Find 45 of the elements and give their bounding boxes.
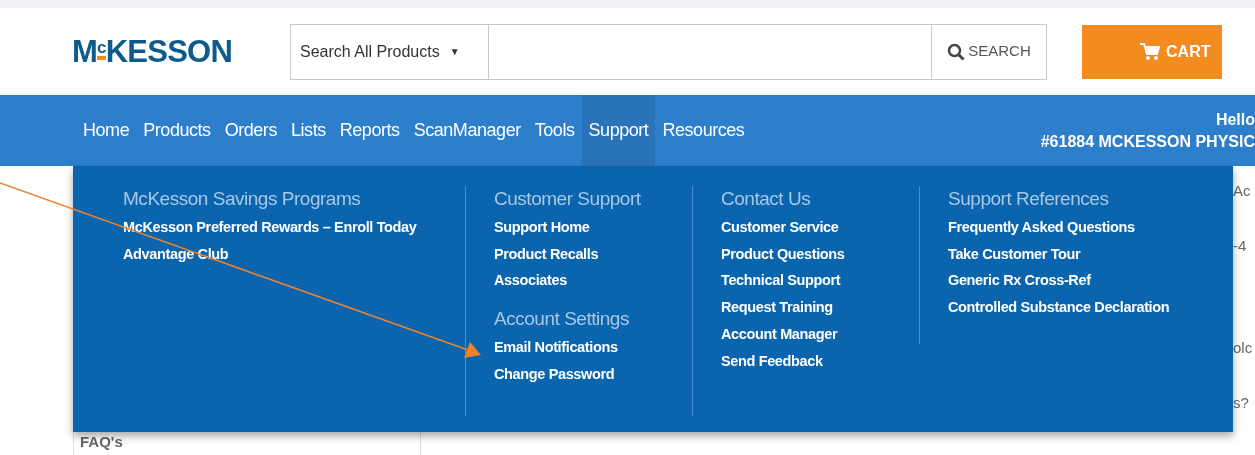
- account-name: #61884 MCKESSON PHYSIC: [1040, 131, 1255, 152]
- menu-link[interactable]: Frequently Asked Questions: [948, 214, 1135, 241]
- logo[interactable]: M$^{c}$KESSON: [72, 33, 233, 70]
- nav-tab[interactable]: Products: [136, 95, 218, 166]
- menu-link[interactable]: Request Training: [721, 294, 833, 321]
- nav-tab[interactable]: Reports: [332, 95, 407, 166]
- menu-link[interactable]: Support Home: [494, 214, 590, 241]
- search-icon: [947, 42, 966, 61]
- menu-link[interactable]: Product Questions: [721, 240, 845, 268]
- search-button[interactable]: SEARCH: [931, 24, 1047, 79]
- nav-tab[interactable]: Home: [76, 95, 137, 166]
- menu-link[interactable]: Account Manager: [721, 320, 838, 348]
- menu-heading: Customer Support: [494, 187, 642, 211]
- text-fragment: s?: [1233, 392, 1250, 413]
- menu-link[interactable]: McKesson Preferred Rewards – Enroll Today: [123, 214, 417, 241]
- menu-link[interactable]: Technical Support: [721, 267, 841, 295]
- menu-link[interactable]: Email Notifications: [494, 334, 618, 361]
- menu-link[interactable]: Change Password: [494, 360, 615, 388]
- menu-link[interactable]: Product Recalls: [494, 240, 599, 268]
- sidebar-link[interactable]: FAQ's: [80, 430, 123, 453]
- menu-link[interactable]: Generic Rx Cross-Ref: [948, 267, 1091, 295]
- menu-link[interactable]: Controlled Substance Declaration: [948, 294, 1170, 321]
- greeting-text: Hello: [1215, 109, 1255, 130]
- menu-link[interactable]: Advantage Club: [123, 240, 229, 268]
- text-fragment: -4: [1233, 235, 1248, 256]
- nav-tab[interactable]: Lists: [283, 95, 333, 166]
- caret-icon: ▼: [449, 44, 460, 59]
- menu-link[interactable]: Take Customer Tour: [948, 240, 1081, 268]
- menu-heading: McKesson Savings Programs: [123, 187, 362, 211]
- nav-tab[interactable]: Support: [581, 95, 656, 166]
- menu-heading: Account Settings: [494, 307, 630, 332]
- menu-link[interactable]: Associates: [494, 267, 567, 295]
- dropdown-label: Search All Products: [300, 41, 440, 62]
- nav-tab[interactable]: Tools: [527, 95, 582, 166]
- nav-tab[interactable]: ScanManager: [406, 95, 528, 166]
- menu-link[interactable]: Customer Service: [721, 214, 839, 241]
- search-scope-dropdown[interactable]: Search All Products ▼: [291, 24, 490, 79]
- menu-heading: Contact Us: [721, 187, 812, 211]
- menu-link[interactable]: Send Feedback: [721, 347, 823, 375]
- cart-icon: [1140, 42, 1161, 61]
- nav-tab[interactable]: Orders: [217, 95, 284, 166]
- text-fragment: Ac: [1233, 181, 1252, 201]
- text-fragment: olc: [1233, 338, 1254, 358]
- menu-heading: Support References: [948, 187, 1110, 211]
- nav-tab[interactable]: Resources: [655, 95, 752, 166]
